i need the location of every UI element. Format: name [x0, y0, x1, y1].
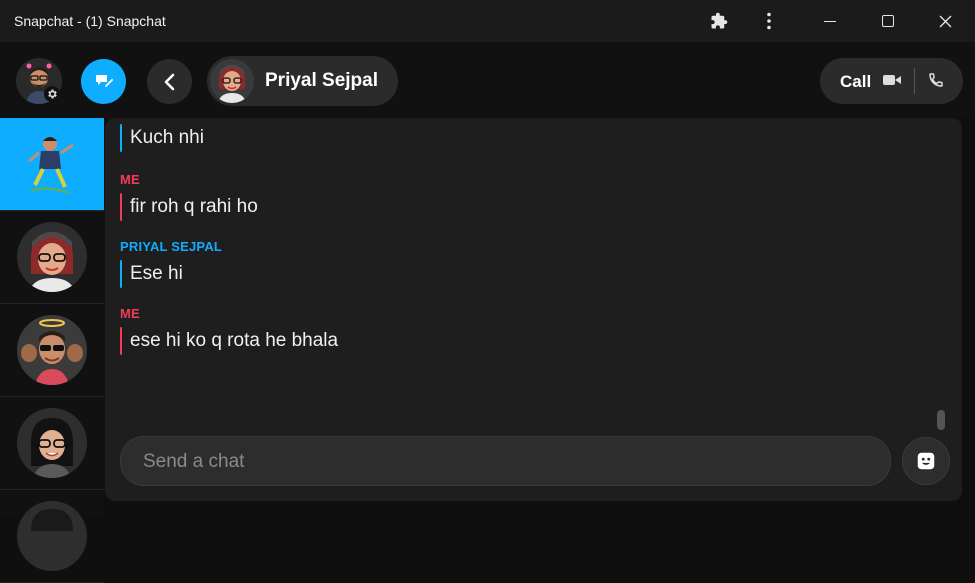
maximize-icon	[882, 15, 894, 27]
message-text: Ese hi	[130, 263, 183, 284]
message[interactable]: fir roh q rahi ho	[120, 193, 258, 221]
conversation-item[interactable]	[0, 397, 104, 490]
chat-input-bar[interactable]	[120, 436, 891, 487]
phone-icon[interactable]	[928, 72, 944, 88]
new-chat-icon	[95, 74, 115, 88]
call-divider	[914, 68, 915, 94]
message[interactable]: ese hi ko q rota he bhala	[120, 327, 338, 355]
conversation-avatar	[17, 129, 87, 199]
conversation-avatar	[17, 501, 87, 571]
call-label[interactable]: Call	[840, 72, 871, 92]
conversation-item[interactable]	[0, 304, 104, 397]
message[interactable]: Kuch nhi	[120, 124, 204, 152]
minimize-button[interactable]	[815, 0, 845, 42]
close-icon	[939, 15, 951, 27]
message-group: PRIYAL SEJPAL Ese hi	[120, 239, 222, 288]
window-title: Snapchat - (1) Snapchat	[14, 13, 166, 29]
message-bar	[120, 327, 122, 355]
message-bar	[120, 124, 122, 152]
message-bar	[120, 193, 122, 221]
message-sender: ME	[120, 306, 140, 321]
new-chat-button[interactable]	[81, 59, 126, 104]
conversation-sidebar	[0, 118, 104, 583]
message-group: ME fir roh q rahi ho	[120, 172, 258, 221]
message-text: ese hi ko q rota he bhala	[130, 330, 339, 351]
message[interactable]: Ese hi	[120, 260, 222, 288]
sticker-icon	[917, 452, 935, 470]
bitmoji-avatar-icon	[210, 59, 254, 103]
conversation-item[interactable]	[0, 211, 104, 304]
bitmoji-avatar-icon	[28, 137, 74, 194]
bitmoji-avatar-icon	[30, 418, 74, 478]
message-sender: PRIYAL SEJPAL	[120, 239, 223, 254]
conversation-avatar	[17, 315, 87, 385]
chat-panel: Kuch nhi ME fir roh q rahi ho PRIYAL SEJ…	[105, 118, 962, 501]
contact-avatar	[210, 59, 254, 103]
sticker-button[interactable]	[902, 437, 950, 485]
extensions-button[interactable]	[704, 0, 734, 42]
conversation-item[interactable]	[0, 118, 104, 211]
send-chat-input[interactable]	[141, 437, 865, 487]
message-text: fir roh q rahi ho	[130, 196, 258, 217]
back-icon	[164, 73, 174, 90]
message-group: ME ese hi ko q rota he bhala	[120, 306, 338, 355]
puzzle-icon	[711, 12, 728, 29]
conversation-item[interactable]	[0, 490, 104, 583]
contact-header-pill[interactable]: Priyal Sejpal	[207, 56, 398, 106]
scrollbar-thumb[interactable]	[937, 410, 945, 430]
title-bar: Snapchat - (1) Snapchat	[0, 0, 975, 42]
message-text: Kuch nhi	[130, 127, 204, 148]
close-button[interactable]	[930, 0, 960, 42]
settings-badge[interactable]	[44, 86, 60, 102]
bitmoji-avatar-icon	[17, 315, 87, 385]
contact-name: Priyal Sejpal	[265, 70, 379, 91]
conversation-avatar	[17, 408, 87, 478]
call-button-group[interactable]: Call	[820, 58, 963, 104]
gear-icon	[48, 89, 57, 99]
message-sender: ME	[120, 172, 140, 187]
minimize-icon	[824, 21, 836, 22]
more-options-button[interactable]	[754, 0, 784, 42]
bitmoji-avatar-icon	[29, 232, 75, 292]
conversation-avatar	[17, 222, 87, 292]
message-bar	[120, 260, 122, 288]
back-button[interactable]	[147, 59, 192, 104]
maximize-button[interactable]	[873, 0, 903, 42]
message-group: Kuch nhi	[120, 124, 204, 152]
chat-header: Priyal Sejpal Call	[0, 42, 975, 118]
video-icon[interactable]	[883, 73, 901, 87]
more-vertical-icon	[767, 12, 771, 30]
bitmoji-avatar-icon	[31, 509, 73, 531]
